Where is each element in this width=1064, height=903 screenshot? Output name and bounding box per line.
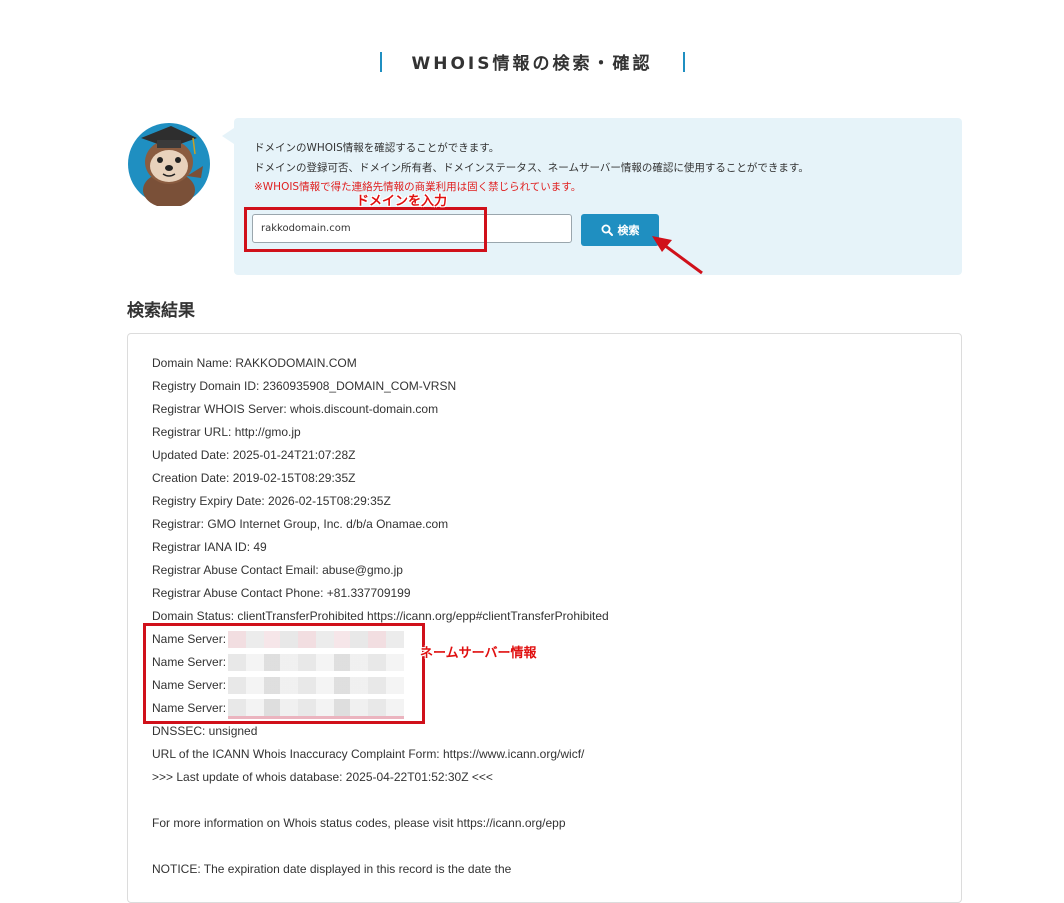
annotation-nameserver-box xyxy=(143,623,425,724)
result-line: Registrar URL: http://gmo.jp xyxy=(152,425,301,439)
result-line: For more information on Whois status cod… xyxy=(152,816,566,830)
result-line: Domain Name: RAKKODOMAIN.COM xyxy=(152,356,357,370)
result-line: NOTICE: The expiration date displayed in… xyxy=(152,862,512,876)
title-bar-left xyxy=(379,51,382,72)
result-line: Registry Domain ID: 2360935908_DOMAIN_CO… xyxy=(152,379,457,393)
annotation-arrow-icon xyxy=(652,236,703,275)
annotation-input-box xyxy=(244,207,487,252)
search-button-label: 検索 xyxy=(617,224,640,237)
page-title-text: WHOIS情報の検索・確認 xyxy=(411,54,653,75)
whois-results-panel: Domain Name: RAKKODOMAIN.COM Registry Do… xyxy=(127,333,962,903)
title-bar-right xyxy=(682,51,685,72)
result-line: URL of the ICANN Whois Inaccuracy Compla… xyxy=(152,747,585,761)
result-line: Registrar WHOIS Server: whois.discount-d… xyxy=(152,402,439,416)
result-line: Registry Expiry Date: 2026-02-15T08:29:3… xyxy=(152,494,391,508)
result-line: Updated Date: 2025-01-24T21:07:28Z xyxy=(152,448,356,462)
result-line: Registrar IANA ID: 49 xyxy=(152,540,267,554)
blank-line xyxy=(152,791,609,814)
info-description-1: ドメインのWHOIS情報を確認することができます。 xyxy=(254,142,500,154)
result-line: Creation Date: 2019-02-15T08:29:35Z xyxy=(152,471,356,485)
result-line: Registrar Abuse Contact Phone: +81.33770… xyxy=(152,586,411,600)
search-icon xyxy=(601,224,613,236)
annotation-nameserver-label: ネームサーバー情報 xyxy=(420,646,537,661)
result-line: Registrar Abuse Contact Email: abuse@gmo… xyxy=(152,563,403,577)
info-description-2: ドメインの登録可否、ドメイン所有者、ドメインステータス、ネームサーバー情報の確認… xyxy=(254,162,809,174)
result-line: >>> Last update of whois database: 2025-… xyxy=(152,770,493,784)
otter-mascot-icon xyxy=(128,123,210,206)
page-title: WHOIS情報の検索・確認 xyxy=(0,49,1064,74)
results-heading: 検索結果 xyxy=(127,301,195,321)
blank-line xyxy=(152,837,609,860)
result-line: Registrar: GMO Internet Group, Inc. d/b/… xyxy=(152,517,449,531)
result-line: DNSSEC: unsigned xyxy=(152,724,258,738)
annotation-input-label: ドメインを入力 xyxy=(356,194,448,209)
